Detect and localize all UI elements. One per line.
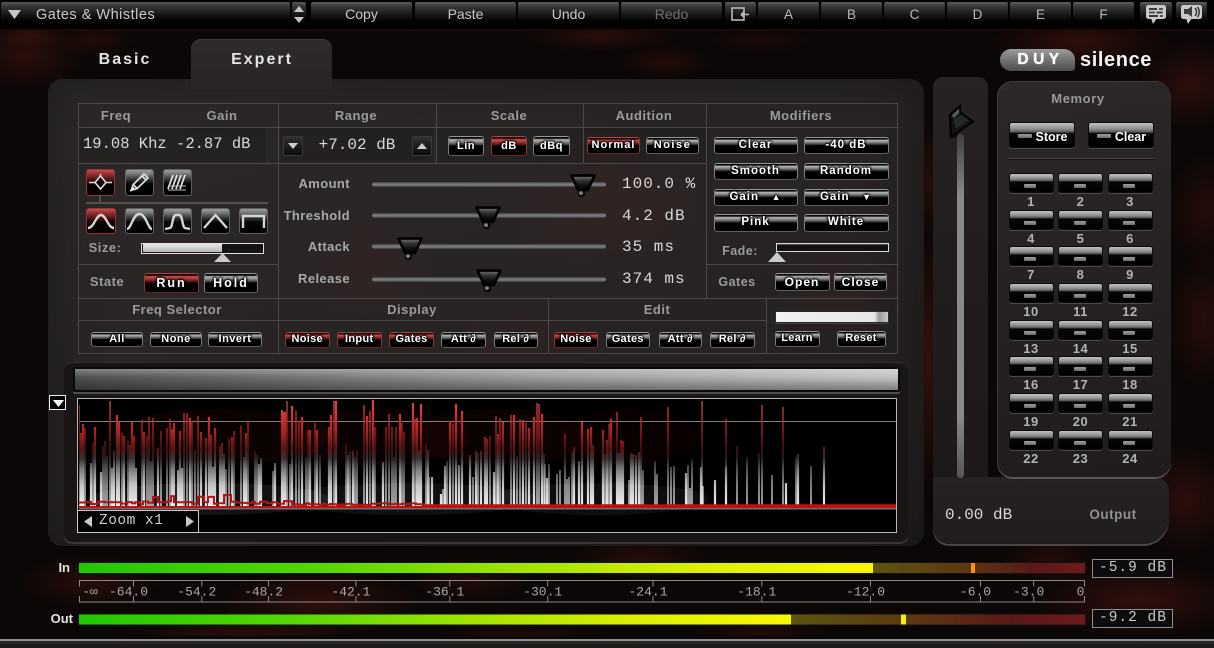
- svg-text:0: 0: [1077, 585, 1085, 600]
- svg-text:-∞: -∞: [82, 585, 98, 600]
- svg-text:-48.2: -48.2: [244, 585, 283, 600]
- svg-text:-6.0: -6.0: [960, 585, 991, 600]
- svg-text:-3.0: -3.0: [1013, 585, 1044, 600]
- svg-text:-12.0: -12.0: [846, 585, 885, 600]
- svg-text:-24.1: -24.1: [628, 585, 667, 600]
- svg-text:-42.1: -42.1: [331, 585, 370, 600]
- svg-text:-36.1: -36.1: [425, 585, 464, 600]
- svg-text:-18.1: -18.1: [737, 585, 776, 600]
- svg-text:-54.2: -54.2: [177, 585, 216, 600]
- svg-text:-64.0: -64.0: [109, 585, 148, 600]
- svg-text:-30.1: -30.1: [523, 585, 562, 600]
